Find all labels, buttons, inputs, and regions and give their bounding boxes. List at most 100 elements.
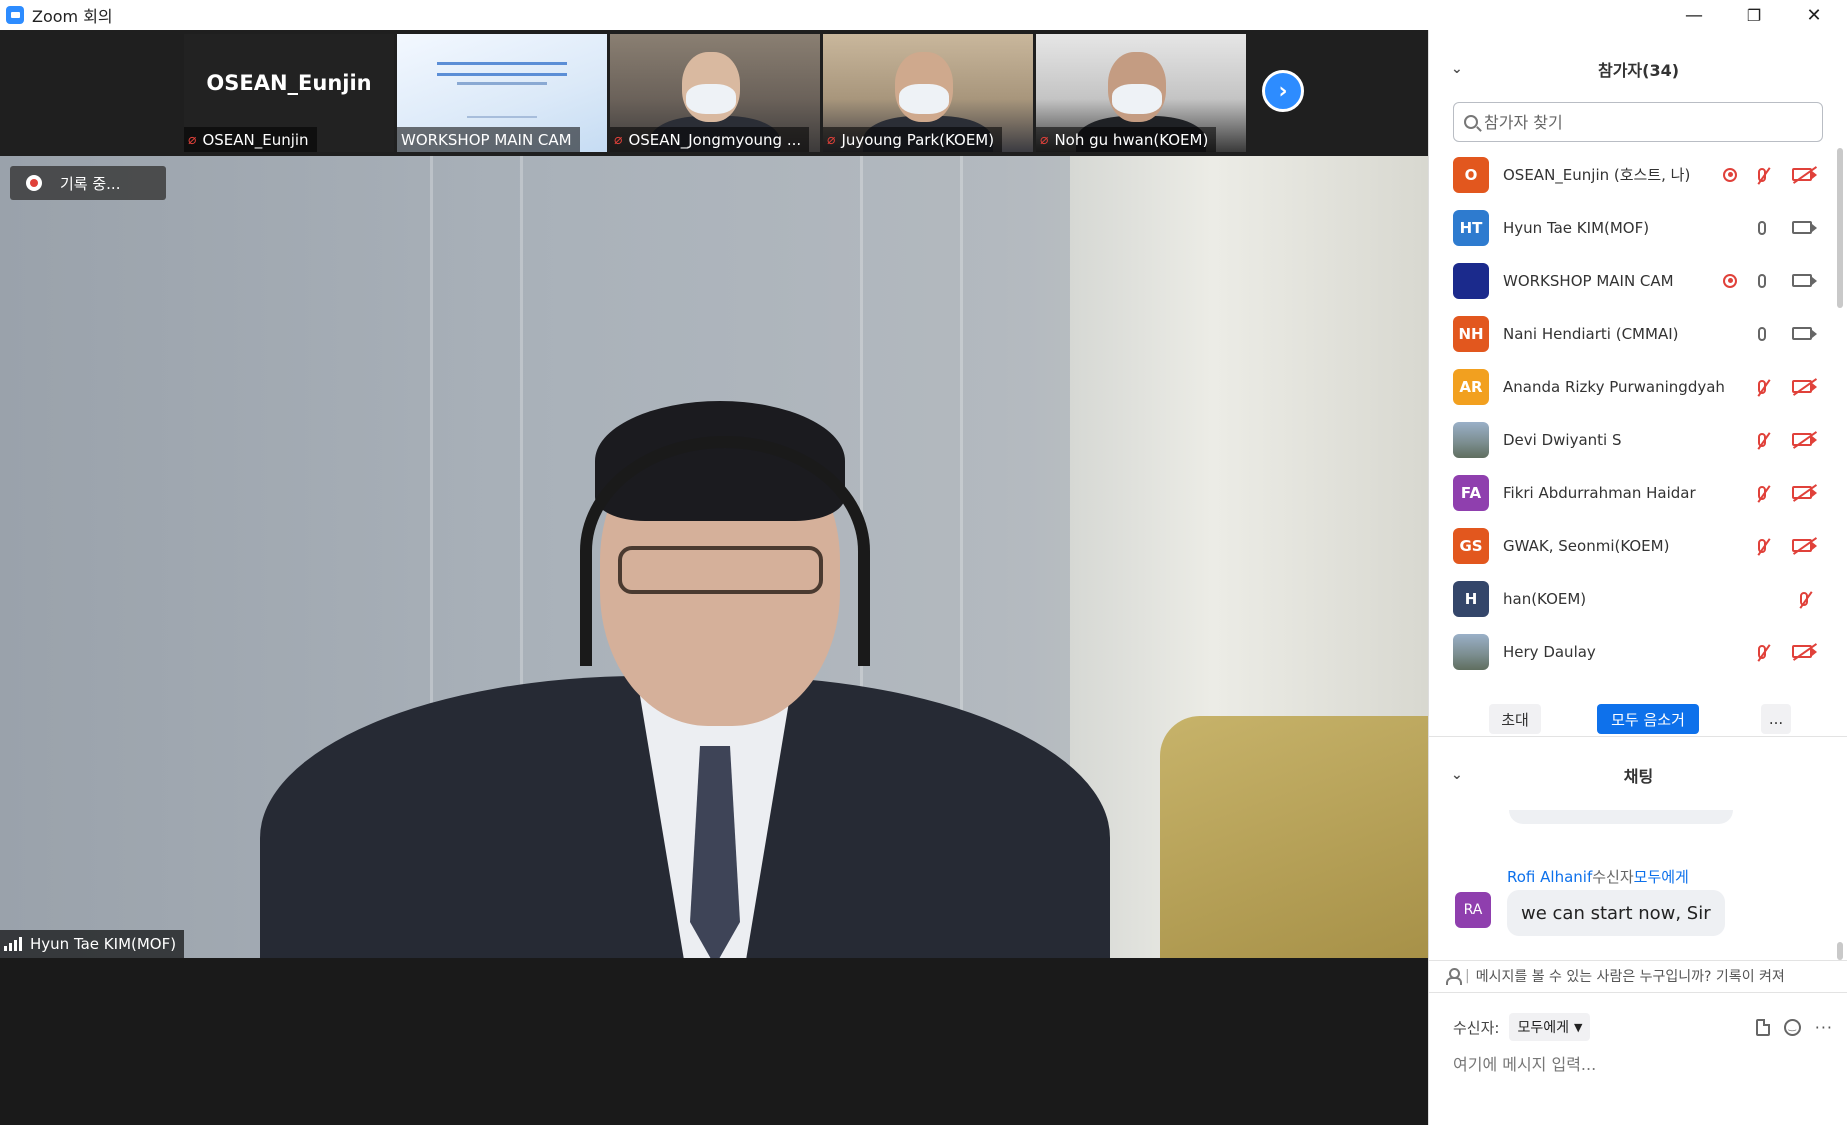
mic-muted-icon[interactable] bbox=[1751, 535, 1773, 557]
privacy-notice-text: 메시지를 볼 수 있는 사람은 누구입니까? 기록이 켜져 bbox=[1475, 969, 1785, 985]
recipient-select[interactable]: 모두에게 ▼ bbox=[1509, 1013, 1591, 1041]
participant-status-icons bbox=[1751, 413, 1817, 466]
thumbnail-label: WORKSHOP MAIN CAM bbox=[397, 127, 580, 152]
video-thumbnail[interactable]: ⌀ Juyoung Park(KOEM) bbox=[823, 34, 1033, 152]
participant-actions: 초대 모두 음소거 ... bbox=[1429, 698, 1847, 738]
participant-name: Hyun Tae KIM(MOF) bbox=[1503, 218, 1650, 237]
chevron-down-icon: ▼ bbox=[1574, 1020, 1583, 1034]
slide-title-shape bbox=[437, 62, 567, 76]
side-panel: ⌄ 참가자(34) O OSEAN_Eunjin (호스트, 나) HT Hyun T… bbox=[1428, 30, 1847, 1125]
participant-row[interactable]: Devi Dwiyanti S bbox=[1429, 413, 1829, 466]
more-icon[interactable]: ··· bbox=[1815, 1018, 1833, 1037]
chat-message-input[interactable] bbox=[1453, 1048, 1823, 1080]
recording-indicator[interactable]: 기록 중... bbox=[10, 166, 166, 200]
video-off-icon[interactable] bbox=[1787, 482, 1817, 504]
collapse-chevron-icon[interactable]: ⌄ bbox=[1451, 61, 1463, 77]
chat-privacy-notice[interactable]: | 메시지를 볼 수 있는 사람은 누구입니까? 기록이 켜져 bbox=[1429, 960, 1847, 992]
minimize-button[interactable]: — bbox=[1664, 0, 1724, 30]
participant-name: Devi Dwiyanti S bbox=[1503, 430, 1622, 449]
mute-all-button[interactable]: 모두 음소거 bbox=[1597, 704, 1699, 734]
video-thumbnail[interactable]: OSEAN_Eunjin ⌀ OSEAN_Eunjin bbox=[184, 34, 394, 152]
recording-icon bbox=[1723, 167, 1737, 182]
emoji-icon[interactable]: ‿ bbox=[1783, 1018, 1801, 1036]
video-icon[interactable] bbox=[1787, 270, 1817, 292]
participant-search[interactable] bbox=[1453, 102, 1823, 142]
video-off-icon[interactable] bbox=[1787, 429, 1817, 451]
chat-sender-line: Rofi Alhanif수신자모두에게 bbox=[1507, 866, 1689, 887]
thumbnail-name: Noh gu hwan(KOEM) bbox=[1054, 130, 1209, 149]
participant-status-icons bbox=[1751, 519, 1817, 572]
avatar: FA bbox=[1453, 474, 1489, 511]
chat-message-text: we can start now, Sir bbox=[1507, 890, 1725, 936]
video-icon[interactable] bbox=[1787, 323, 1817, 345]
chat-scrollbar-thumb[interactable] bbox=[1837, 942, 1843, 960]
participant-row[interactable]: AR Ananda Rizky Purwaningdyah bbox=[1429, 360, 1829, 413]
mic-icon[interactable] bbox=[1751, 217, 1773, 239]
meeting-area: OSEAN_Eunjin ⌀ OSEAN_Eunjin WORKSHOP MAI… bbox=[0, 30, 1428, 1125]
close-button[interactable]: ✕ bbox=[1784, 0, 1844, 30]
people-icon bbox=[1445, 968, 1462, 985]
mic-muted-icon[interactable] bbox=[1793, 588, 1815, 610]
avatar: AR bbox=[1453, 368, 1489, 405]
video-off-icon[interactable] bbox=[1787, 376, 1817, 398]
participant-row[interactable]: Hery Daulay bbox=[1429, 625, 1829, 678]
video-off-icon[interactable] bbox=[1787, 164, 1817, 186]
title-bar: Zoom 회의 — ❐ ✕ bbox=[0, 0, 1847, 30]
video-thumbnail-strip: OSEAN_Eunjin ⌀ OSEAN_Eunjin WORKSHOP MAI… bbox=[0, 30, 1428, 156]
video-thumbnail[interactable]: ⌀ OSEAN_Jongmyoung ... bbox=[610, 34, 820, 152]
participant-name: GWAK, Seonmi(KOEM) bbox=[1503, 536, 1670, 555]
avatar bbox=[1453, 421, 1489, 458]
zoom-app-icon bbox=[6, 6, 24, 24]
participant-status-icons bbox=[1723, 254, 1817, 307]
participant-name: OSEAN_Eunjin (호스트, 나) bbox=[1503, 166, 1691, 184]
participant-status-icons bbox=[1793, 572, 1817, 625]
thumbnail-display-name: OSEAN_Eunjin bbox=[206, 71, 372, 95]
participant-name: han(KOEM) bbox=[1503, 589, 1587, 608]
next-page-button[interactable]: › bbox=[1262, 70, 1304, 112]
participant-row[interactable]: GS GWAK, Seonmi(KOEM) bbox=[1429, 519, 1829, 572]
participant-status-icons bbox=[1723, 148, 1817, 201]
participant-row[interactable]: Hhan(KOEM) bbox=[1429, 572, 1829, 625]
mic-icon[interactable] bbox=[1751, 270, 1773, 292]
avatar bbox=[1453, 262, 1489, 299]
participant-row[interactable]: NH Nani Hendiarti (CMMAI) bbox=[1429, 307, 1829, 360]
connection-signal-icon bbox=[4, 937, 22, 951]
chat-to-label: 수신자 bbox=[1592, 868, 1634, 886]
mic-muted-icon[interactable] bbox=[1751, 482, 1773, 504]
video-thumbnail[interactable]: WORKSHOP MAIN CAM bbox=[397, 34, 607, 152]
participant-row[interactable]: WORKSHOP MAIN CAM bbox=[1429, 254, 1829, 307]
mic-muted-icon: ⌀ bbox=[1040, 131, 1049, 148]
participant-row[interactable]: HT Hyun Tae KIM(MOF) bbox=[1429, 201, 1829, 254]
video-off-icon[interactable] bbox=[1787, 535, 1817, 557]
participant-name: Nani Hendiarti (CMMAI) bbox=[1503, 324, 1679, 343]
mic-icon[interactable] bbox=[1751, 323, 1773, 345]
chat-scrollbar-track[interactable] bbox=[1837, 810, 1843, 960]
participant-row[interactable]: O OSEAN_Eunjin (호스트, 나) bbox=[1429, 148, 1829, 201]
video-off-icon[interactable] bbox=[1787, 641, 1817, 663]
collapse-chevron-icon[interactable]: ⌄ bbox=[1451, 767, 1463, 783]
chat-title: 채팅 bbox=[1623, 767, 1654, 786]
restore-button[interactable]: ❐ bbox=[1724, 0, 1784, 30]
chat-sender-name[interactable]: Rofi Alhanif bbox=[1507, 868, 1592, 886]
avatar: HT bbox=[1453, 209, 1489, 246]
thumbnail-name: Juyoung Park(KOEM) bbox=[841, 130, 995, 149]
mic-muted-icon[interactable] bbox=[1751, 641, 1773, 663]
speaker-name-tag: Hyun Tae KIM(MOF) bbox=[0, 930, 185, 958]
more-options-button[interactable]: ... bbox=[1761, 704, 1791, 734]
video-thumbnail[interactable]: ⌀ Noh gu hwan(KOEM) bbox=[1036, 34, 1246, 152]
mic-muted-icon[interactable] bbox=[1751, 164, 1773, 186]
invite-button[interactable]: 초대 bbox=[1489, 704, 1541, 734]
previous-message-bubble bbox=[1509, 810, 1733, 824]
video-icon[interactable] bbox=[1787, 217, 1817, 239]
avatar: H bbox=[1453, 580, 1489, 617]
mic-muted-icon[interactable] bbox=[1751, 376, 1773, 398]
participant-list-scrollbar[interactable] bbox=[1837, 148, 1843, 308]
record-icon bbox=[26, 175, 42, 191]
slide-subtitle-shape bbox=[457, 82, 547, 85]
recording-icon bbox=[1723, 273, 1737, 288]
file-icon[interactable] bbox=[1755, 1018, 1770, 1036]
participant-row[interactable]: FA Fikri Abdurrahman Haidar bbox=[1429, 466, 1829, 519]
mic-muted-icon[interactable] bbox=[1751, 429, 1773, 451]
recipient-label: 수신자: bbox=[1453, 1018, 1500, 1037]
participant-search-input[interactable] bbox=[1484, 112, 1804, 132]
